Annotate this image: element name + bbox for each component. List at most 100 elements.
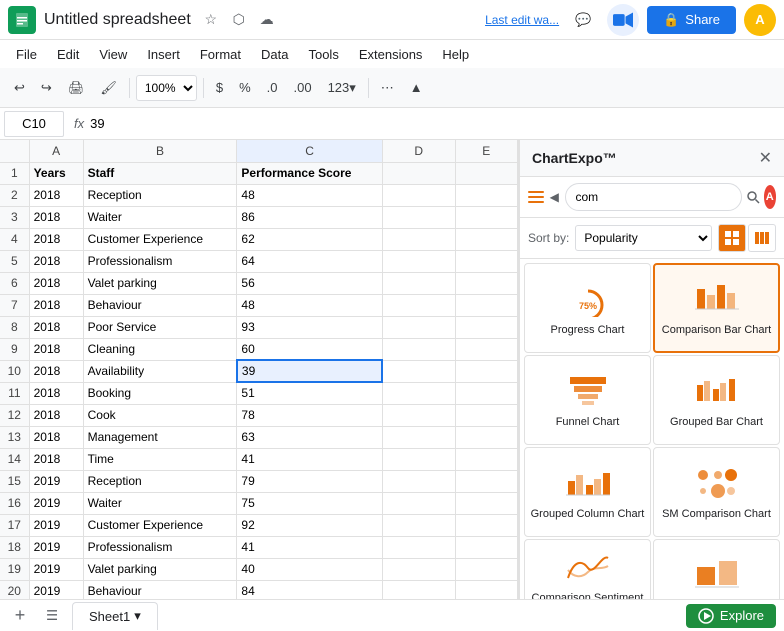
add-sheet-button[interactable]: + — [8, 604, 32, 628]
cell-18-C[interactable]: 41 — [237, 536, 382, 558]
cell-3-C[interactable]: 86 — [237, 206, 382, 228]
cell-13-C[interactable]: 63 — [237, 426, 382, 448]
sort-select[interactable]: Popularity Name Category — [575, 225, 712, 251]
explore-button[interactable]: Explore — [686, 604, 776, 628]
cell-8-A[interactable]: 2018 — [29, 316, 83, 338]
nav-back-icon[interactable]: ◀ — [548, 185, 561, 209]
cell-15-C[interactable]: 79 — [237, 470, 382, 492]
cell-12-A[interactable]: 2018 — [29, 404, 83, 426]
cell-7-E[interactable] — [455, 294, 517, 316]
cell-1-C[interactable]: Performance Score — [237, 162, 382, 184]
cell-11-A[interactable]: 2018 — [29, 382, 83, 404]
cell-9-E[interactable] — [455, 338, 517, 360]
cell-7-D[interactable] — [382, 294, 455, 316]
col-header-c[interactable]: C — [237, 140, 382, 162]
cell-12-B[interactable]: Cook — [83, 404, 237, 426]
chart-card-funnel[interactable]: Funnel Chart — [524, 355, 651, 445]
cell-6-A[interactable]: 2018 — [29, 272, 83, 294]
cell-8-C[interactable]: 93 — [237, 316, 382, 338]
cell-15-E[interactable] — [455, 470, 517, 492]
sheet-list-button[interactable]: ☰ — [40, 604, 64, 628]
cell-10-E[interactable] — [455, 360, 517, 382]
cell-20-E[interactable] — [455, 580, 517, 599]
cell-1-D[interactable] — [382, 162, 455, 184]
star-icon[interactable]: ☆ — [199, 8, 223, 32]
cell-8-D[interactable] — [382, 316, 455, 338]
cell-14-B[interactable]: Time — [83, 448, 237, 470]
cell-20-D[interactable] — [382, 580, 455, 599]
cell-9-D[interactable] — [382, 338, 455, 360]
cell-5-C[interactable]: 64 — [237, 250, 382, 272]
col-header-b[interactable]: B — [83, 140, 237, 162]
share-button[interactable]: 🔒 Share — [647, 6, 736, 34]
menu-tools[interactable]: Tools — [300, 45, 346, 64]
cell-19-C[interactable]: 40 — [237, 558, 382, 580]
cell-18-E[interactable] — [455, 536, 517, 558]
cell-12-E[interactable] — [455, 404, 517, 426]
cell-4-E[interactable] — [455, 228, 517, 250]
cell-9-C[interactable]: 60 — [237, 338, 382, 360]
col-header-e[interactable]: E — [455, 140, 517, 162]
decimal-dec-button[interactable]: .0 — [261, 74, 284, 102]
cell-5-A[interactable]: 2018 — [29, 250, 83, 272]
menu-format[interactable]: Format — [192, 45, 249, 64]
cell-10-C[interactable]: 39 — [237, 360, 382, 382]
chart-card-grouped-column[interactable]: Grouped Column Chart — [524, 447, 651, 537]
cell-15-A[interactable]: 2019 — [29, 470, 83, 492]
cell-1-E[interactable] — [455, 162, 517, 184]
cell-3-D[interactable] — [382, 206, 455, 228]
panel-user-avatar[interactable]: A — [764, 185, 777, 209]
menu-help[interactable]: Help — [434, 45, 477, 64]
cell-1-A[interactable]: Years — [29, 162, 83, 184]
cell-2-B[interactable]: Reception — [83, 184, 237, 206]
cell-19-D[interactable] — [382, 558, 455, 580]
cell-5-D[interactable] — [382, 250, 455, 272]
cell-16-A[interactable]: 2019 — [29, 492, 83, 514]
menu-extensions[interactable]: Extensions — [351, 45, 431, 64]
category-view-button[interactable] — [748, 224, 776, 252]
cell-18-B[interactable]: Professionalism — [83, 536, 237, 558]
cell-11-B[interactable]: Booking — [83, 382, 237, 404]
cell-15-D[interactable] — [382, 470, 455, 492]
cell-20-B[interactable]: Behaviour — [83, 580, 237, 599]
nav-menu-icon[interactable] — [528, 185, 544, 209]
cell-14-C[interactable]: 41 — [237, 448, 382, 470]
user-avatar[interactable]: A — [744, 4, 776, 36]
cell-10-B[interactable]: Availability — [83, 360, 237, 382]
cell-1-B[interactable]: Staff — [83, 162, 237, 184]
cell-13-E[interactable] — [455, 426, 517, 448]
cell-5-E[interactable] — [455, 250, 517, 272]
panel-close-button[interactable]: ✕ — [759, 148, 772, 168]
list-view-button[interactable] — [718, 224, 746, 252]
menu-insert[interactable]: Insert — [139, 45, 188, 64]
cell-11-E[interactable] — [455, 382, 517, 404]
more-toolbar-button[interactable]: ⋯ — [375, 74, 400, 102]
cell-17-E[interactable] — [455, 514, 517, 536]
cell-8-E[interactable] — [455, 316, 517, 338]
percent-button[interactable]: % — [233, 74, 257, 102]
chart-card-comparison-sentiment[interactable]: Comparison Sentiment Chart — [524, 539, 651, 599]
cell-19-B[interactable]: Valet parking — [83, 558, 237, 580]
cell-14-D[interactable] — [382, 448, 455, 470]
chart-card-progress[interactable]: 75% Progress Chart — [524, 263, 651, 353]
more-formats-button[interactable]: 123▾ — [322, 74, 362, 102]
cell-7-A[interactable]: 2018 — [29, 294, 83, 316]
cell-11-D[interactable] — [382, 382, 455, 404]
cell-19-E[interactable] — [455, 558, 517, 580]
cell-18-A[interactable]: 2019 — [29, 536, 83, 558]
undo-button[interactable]: ↩ — [8, 74, 31, 102]
search-icon[interactable] — [746, 185, 760, 209]
drive-icon[interactable]: ⬡ — [227, 8, 251, 32]
cell-16-E[interactable] — [455, 492, 517, 514]
cell-3-B[interactable]: Waiter — [83, 206, 237, 228]
cell-17-C[interactable]: 92 — [237, 514, 382, 536]
cell-10-D[interactable] — [382, 360, 455, 382]
cell-2-D[interactable] — [382, 184, 455, 206]
paint-format-button[interactable]: 🖌 — [94, 74, 123, 102]
chart-card-sm-comparison[interactable]: SM Comparison Chart — [653, 447, 780, 537]
cell-16-B[interactable]: Waiter — [83, 492, 237, 514]
cell-13-B[interactable]: Management — [83, 426, 237, 448]
chart-card-double-bar[interactable]: Double Bar Graph — [653, 539, 780, 599]
last-edit-text[interactable]: Last edit wa... — [485, 13, 559, 27]
cell-4-B[interactable]: Customer Experience — [83, 228, 237, 250]
